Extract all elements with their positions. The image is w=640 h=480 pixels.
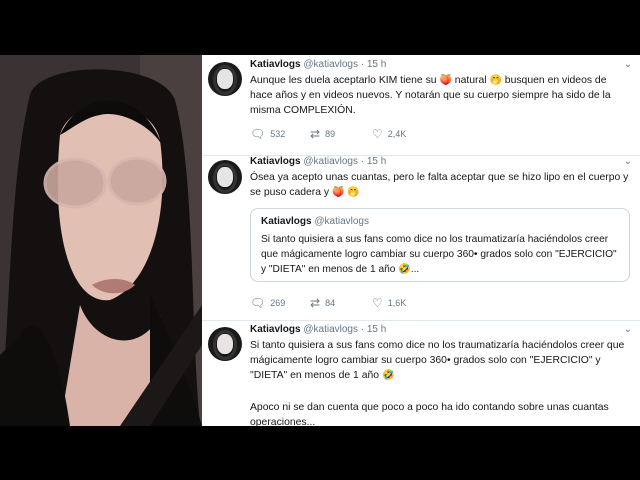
tweet-feed: Katiavlogs @katiavlogs · 15 h ⌄ Aunque l… [202, 55, 640, 426]
author-name[interactable]: Katiavlogs [250, 156, 301, 167]
tweet-text: Aunque les duela aceptarlo KIM tiene su … [250, 73, 630, 118]
retweet-count: 84 [325, 298, 336, 308]
retweet-count: 89 [325, 129, 336, 139]
chevron-down-icon[interactable]: ⌄ [624, 324, 632, 335]
chevron-down-icon[interactable]: ⌄ [624, 59, 632, 70]
tweet-time[interactable]: · 15 h [361, 59, 387, 70]
tweet-text-part: Apoco ni se dan cuenta que poco a poco h… [250, 402, 609, 426]
quoted-tweet-header: Katiavlogs @katiavlogs [261, 216, 369, 227]
retweet-icon: ⇄ [310, 127, 321, 141]
tweet-1: Katiavlogs @katiavlogs · 15 h ⌄ Aunque l… [202, 55, 640, 156]
avatar-face [217, 69, 233, 89]
tweet-text: Si tanto quisiera a sus fans como dice n… [250, 338, 630, 383]
reply-count: 532 [270, 129, 286, 139]
tweet-text-paragraph-2: Apoco ni se dan cuenta que poco a poco h… [250, 400, 630, 426]
rolling-laughing-emoji: 🤣 [381, 370, 395, 381]
quoted-text-ellipsis: ... [410, 264, 420, 275]
tweet-2: Katiavlogs @katiavlogs · 15 h ⌄ Ósea ya … [202, 155, 640, 321]
quoted-tweet-text: Si tanto quisiera a sus fans como dice n… [261, 232, 621, 277]
peach-emoji: 🍑 [332, 187, 345, 198]
hand-over-mouth-emoji: 🤭 [489, 75, 502, 86]
avatar[interactable] [208, 327, 242, 361]
quoted-author-name: Katiavlogs [261, 216, 312, 227]
author-name[interactable]: Katiavlogs [250, 59, 301, 70]
retweet-button[interactable]: ⇄ 89 [310, 128, 335, 140]
video-frame: Katiavlogs @katiavlogs · 15 h ⌄ Aunque l… [0, 55, 640, 426]
retweet-icon: ⇄ [310, 296, 321, 310]
rolling-laughing-emoji: 🤣 [398, 264, 411, 275]
chevron-down-icon[interactable]: ⌄ [624, 156, 632, 167]
like-button[interactable]: ♡ 2,4K [372, 128, 406, 140]
author-handle[interactable]: @katiavlogs [303, 59, 358, 70]
quoted-author-handle: @katiavlogs [314, 216, 369, 227]
avatar-face [217, 334, 233, 354]
tweet-text-part: Ósea ya acepto unas cuantas, pero le fal… [250, 172, 629, 198]
peach-emoji: 🍑 [439, 75, 452, 86]
tweet-header: Katiavlogs @katiavlogs · 15 h [250, 324, 386, 335]
like-count: 2,4K [387, 129, 407, 139]
tweet-header: Katiavlogs @katiavlogs · 15 h [250, 156, 386, 167]
avatar-face [217, 167, 233, 187]
quoted-text-part: Si tanto quisiera a sus fans como dice n… [261, 234, 617, 275]
tweet-time[interactable]: · 15 h [361, 156, 387, 167]
tweet-text-part: natural [451, 75, 490, 86]
tweet-text-part: Aunque les duela aceptarlo KIM tiene su [250, 75, 440, 86]
quoted-tweet[interactable]: Katiavlogs @katiavlogs Si tanto quisiera… [250, 208, 630, 282]
author-name[interactable]: Katiavlogs [250, 324, 301, 335]
woman-photo [0, 55, 202, 426]
tweet-header: Katiavlogs @katiavlogs · 15 h [250, 59, 386, 70]
like-count: 1,6K [387, 298, 407, 308]
reply-button[interactable]: 🗨 269 [250, 297, 285, 309]
heart-icon: ♡ [372, 296, 383, 310]
retweet-button[interactable]: ⇄ 84 [310, 297, 335, 309]
reply-icon: 🗨 [250, 296, 266, 310]
author-handle[interactable]: @katiavlogs [303, 324, 358, 335]
reply-icon: 🗨 [250, 127, 266, 141]
tweet-text-part: Si tanto quisiera a sus fans como dice n… [250, 340, 625, 381]
tweet-3: Katiavlogs @katiavlogs · 15 h ⌄ Si tanto… [202, 320, 640, 426]
heart-icon: ♡ [372, 127, 383, 141]
author-handle[interactable]: @katiavlogs [303, 156, 358, 167]
tweet-time[interactable]: · 15 h [361, 324, 387, 335]
like-button[interactable]: ♡ 1,6K [372, 297, 406, 309]
reply-button[interactable]: 🗨 532 [250, 128, 285, 140]
hand-over-mouth-emoji: 🤭 [347, 187, 360, 198]
avatar[interactable] [208, 62, 242, 96]
avatar[interactable] [208, 160, 242, 194]
reply-count: 269 [270, 298, 286, 308]
tweet-text: Ósea ya acepto unas cuantas, pero le fal… [250, 170, 630, 200]
